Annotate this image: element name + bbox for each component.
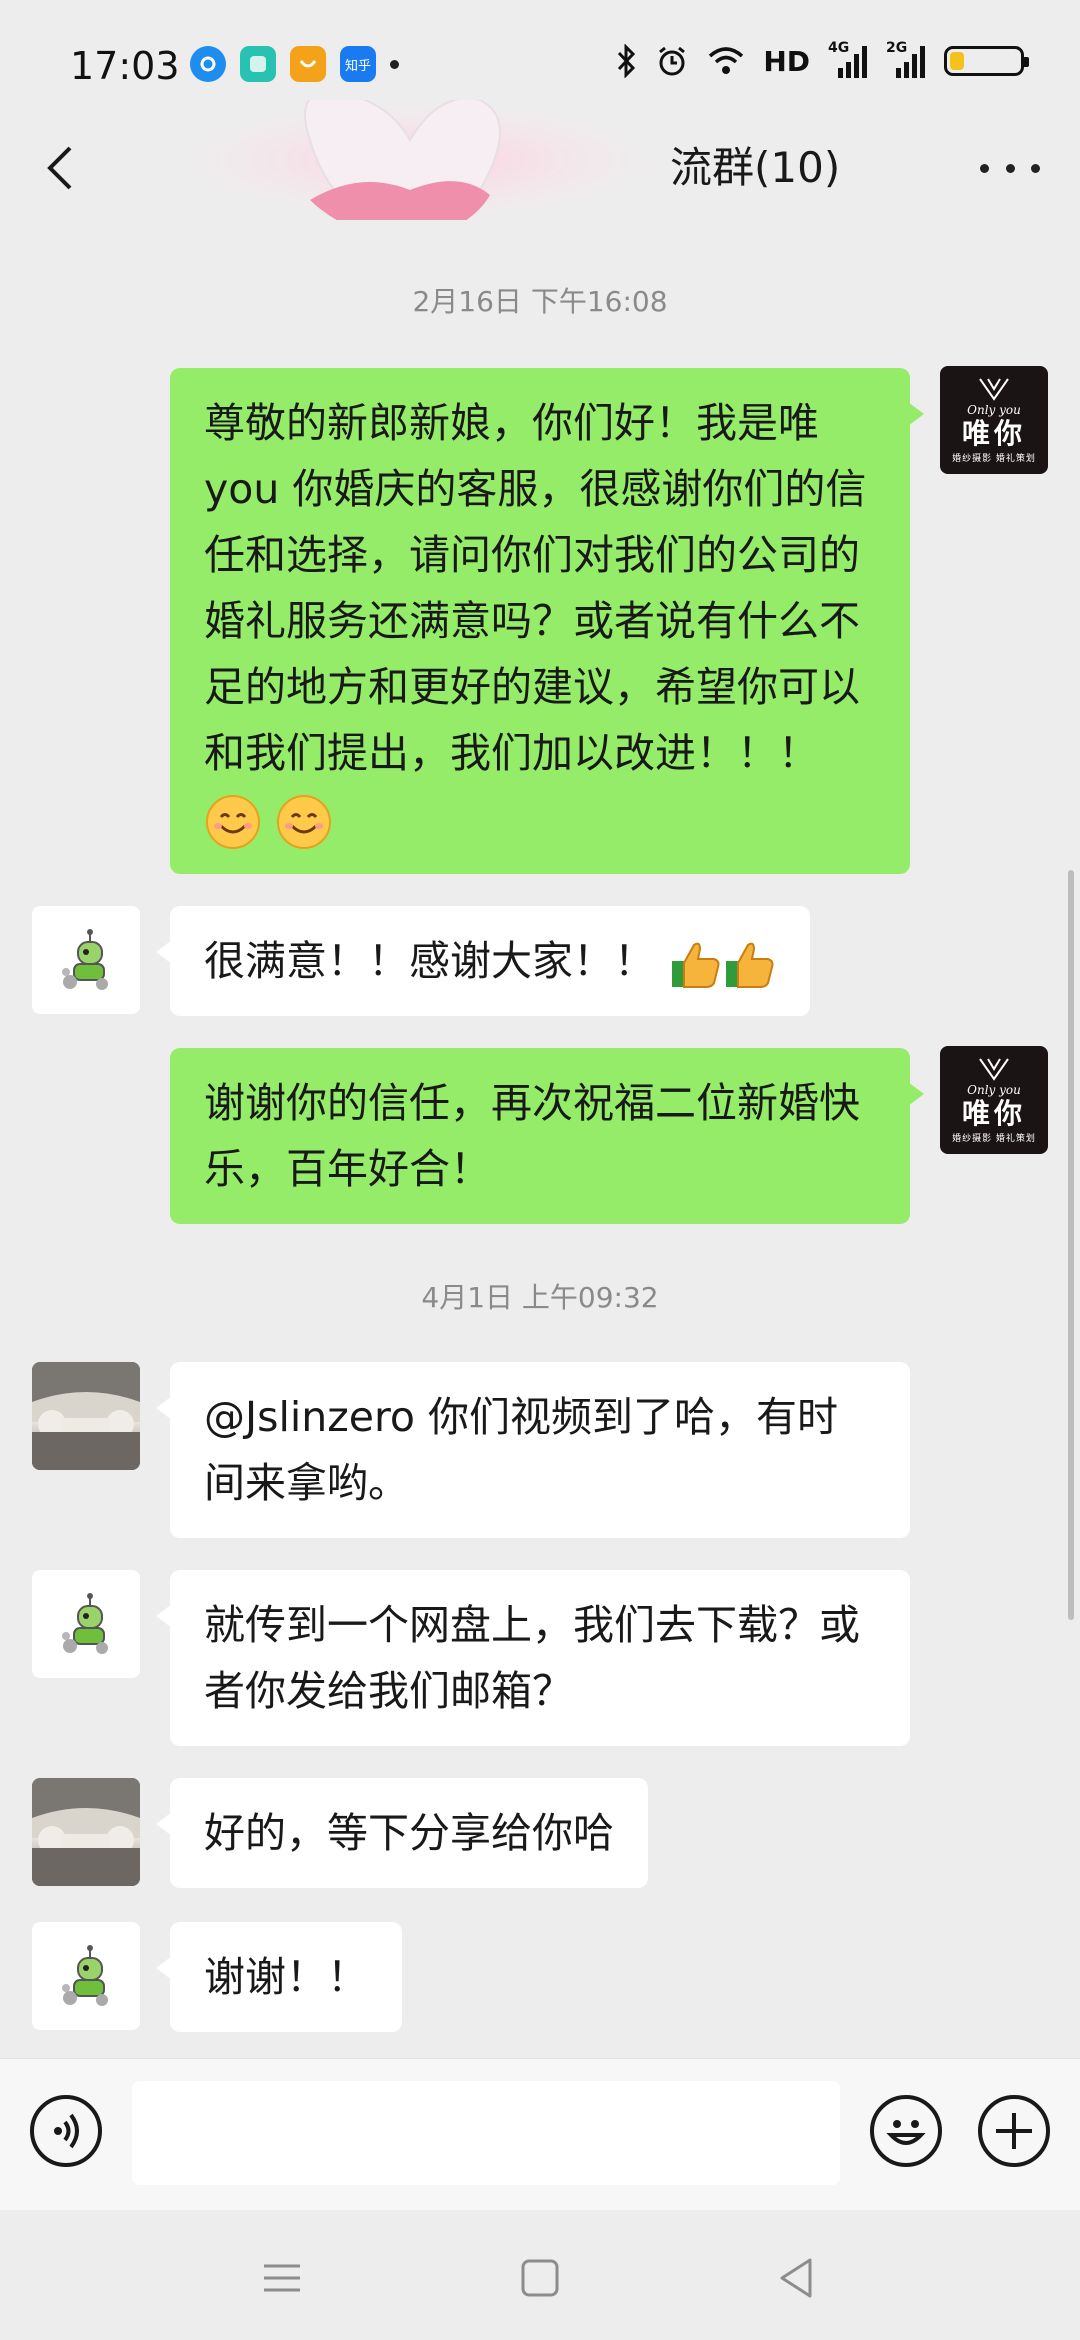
message-bubble[interactable]: 谢谢！！ <box>156 1922 402 2032</box>
heart-sticker-icon <box>180 100 660 220</box>
chat-title: 流群(10) <box>670 143 841 192</box>
wedding-photo-image <box>32 1362 140 1470</box>
logo-line3: 婚纱摄影 婚礼策划 <box>952 453 1036 464</box>
emoji-button[interactable] <box>870 2095 942 2167</box>
message-bubble[interactable]: 很满意！！感谢大家！！ <box>155 906 811 1016</box>
chat-title-area[interactable]: 流群(10) <box>180 100 900 220</box>
wedding-photo-avatar[interactable] <box>32 1362 140 1470</box>
my-avatar[interactable]: Only you 唯你 婚纱摄影 婚礼策划 <box>940 1046 1048 1154</box>
status-time: 17:03 <box>70 44 180 88</box>
smile-emoji-icon <box>206 795 260 849</box>
voice-input-button[interactable] <box>30 2095 102 2167</box>
my-avatar[interactable]: Only you 唯你 婚纱摄影 婚礼策划 <box>940 366 1048 474</box>
message-bubble[interactable]: 谢谢你的信任，再次祝福二位新婚快乐，百年好合！ <box>170 1048 924 1224</box>
robot-icon <box>62 1945 108 2006</box>
hd-label: HD <box>763 44 810 78</box>
zhihu-icon: 知乎 <box>340 46 376 82</box>
message-text: 好的，等下分享给你哈 <box>204 1809 614 1857</box>
system-icons: HD 4G 2G <box>615 40 1029 78</box>
notification-icons: 知乎 <box>190 46 399 82</box>
robot-avatar[interactable] <box>32 1922 140 2030</box>
more-notifications-dot <box>390 59 399 69</box>
signal-2g-icon: 2G <box>886 40 926 78</box>
robot-avatar[interactable] <box>32 906 140 1014</box>
message-bubble[interactable]: 尊敬的新郎新娘，你们好！我是唯you 你婚庆的客服，很感谢你们的信任和选择，请问… <box>170 368 924 874</box>
plus-icon <box>996 2113 1032 2149</box>
menu-icon[interactable] <box>252 2248 312 2308</box>
smiley-face-icon <box>886 2120 926 2145</box>
thumbs-up-emoji-icon <box>726 942 774 988</box>
input-bar <box>0 2058 1080 2211</box>
system-nav-bar <box>0 2210 1080 2340</box>
battery-icon <box>944 46 1029 76</box>
logo-v-icon <box>979 377 1009 401</box>
robot-icon <box>62 1593 108 1654</box>
more-options-icon[interactable] <box>980 148 1040 188</box>
wedding-photo-image <box>32 1778 140 1886</box>
battery-level <box>950 52 964 70</box>
message-bubble[interactable]: 好的，等下分享给你哈 <box>156 1778 648 1888</box>
logo-line2: 唯你 <box>961 416 1026 450</box>
chat-scrollbar[interactable] <box>1068 870 1074 1620</box>
chat-header: 流群(10) <box>0 100 1080 220</box>
smile-emoji-icon <box>277 795 332 849</box>
message-text: 谢谢你的信任，再次祝福二位新婚快乐，百年好合！ <box>204 1079 860 1193</box>
message-bubble[interactable]: 就传到一个网盘上，我们去下载？或者你发给我们邮箱？ <box>156 1570 910 1746</box>
gallery-icon <box>240 46 276 82</box>
home-square-icon[interactable] <box>510 2248 570 2308</box>
message-text: @Jslinzero 你们视频到了哈，有时间来拿哟。 <box>204 1393 839 1507</box>
logo-v-icon <box>979 1057 1009 1081</box>
timestamp: 2月16日 下午16:08 <box>412 285 668 318</box>
alarm-icon <box>659 46 686 76</box>
logo-line1: Only you <box>967 402 1021 417</box>
app-store-icon <box>290 46 326 82</box>
voice-icon <box>54 2113 79 2149</box>
browser-icon <box>190 46 226 82</box>
message-text: 很满意！！感谢大家！！ <box>204 937 655 985</box>
signal-4g-icon: 4G <box>828 40 868 78</box>
robot-avatar[interactable] <box>32 1570 140 1678</box>
wifi-icon <box>709 47 744 74</box>
wedding-photo-avatar[interactable] <box>32 1778 140 1886</box>
logo-line1: Only you <box>967 1082 1021 1097</box>
thumbs-up-emoji-icon <box>672 942 720 988</box>
back-arrow-icon[interactable] <box>30 138 90 198</box>
message-input[interactable] <box>132 2081 840 2185</box>
message-text: 尊敬的新郎新娘，你们好！我是唯you 你婚庆的客服，很感谢你们的信任和选择，请问… <box>204 399 867 777</box>
more-functions-button[interactable] <box>978 2095 1050 2167</box>
back-triangle-icon[interactable] <box>766 2248 826 2308</box>
logo-line2: 唯你 <box>961 1096 1026 1130</box>
message-text: 谢谢！！ <box>204 1953 368 2001</box>
message-text: 就传到一个网盘上，我们去下载？或者你发给我们邮箱？ <box>204 1601 860 1715</box>
message-bubble[interactable]: @Jslinzero 你们视频到了哈，有时间来拿哟。 <box>156 1362 910 1538</box>
timestamp: 4月1日 上午09:32 <box>421 1281 659 1314</box>
logo-line3: 婚纱摄影 婚礼策划 <box>952 1133 1036 1144</box>
bluetooth-icon <box>618 44 636 78</box>
robot-icon <box>62 929 108 990</box>
